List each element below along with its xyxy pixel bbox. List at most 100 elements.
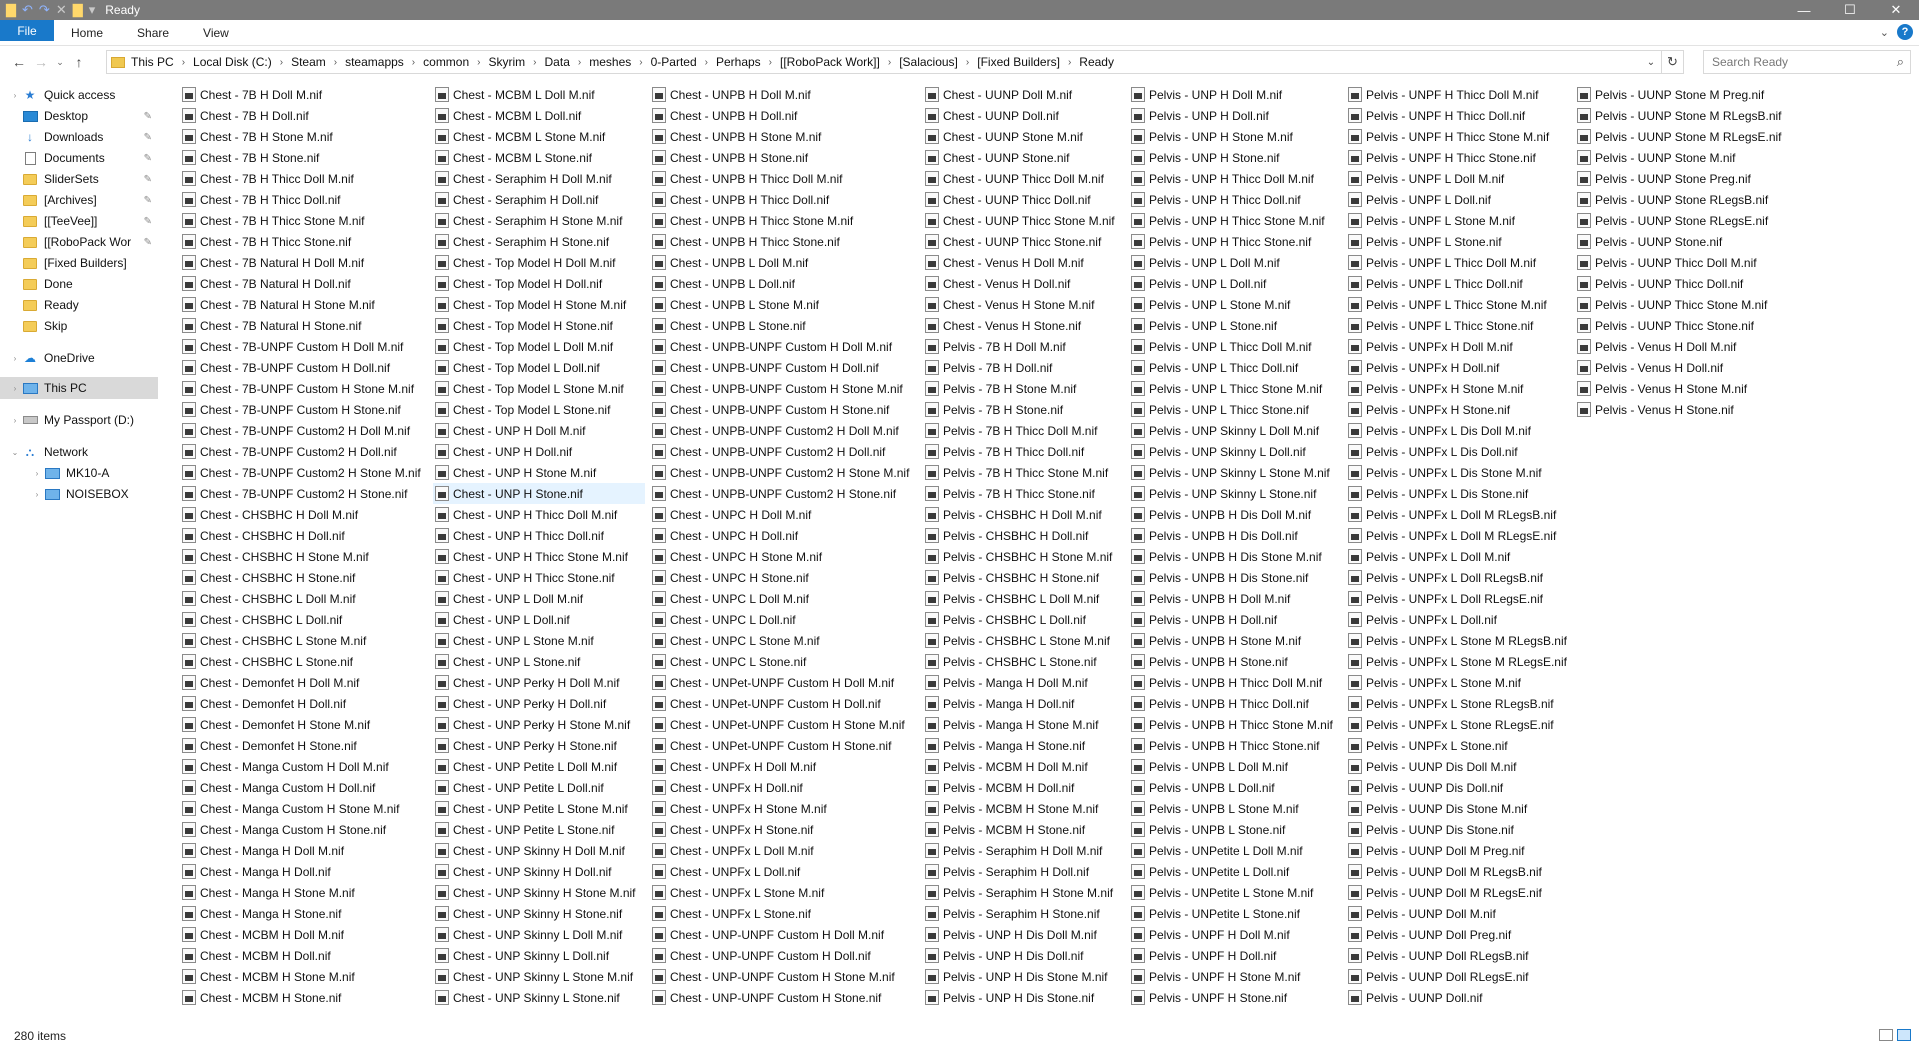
file-item[interactable]: Chest - Demonfet H Doll M.nif <box>180 672 425 693</box>
file-item[interactable]: Chest - Demonfet H Doll.nif <box>180 693 425 714</box>
forward-button[interactable]: → <box>30 50 52 74</box>
file-item[interactable]: Chest - UNPFx L Stone.nif <box>650 903 918 924</box>
breadcrumb-robopack-work[interactable]: [[RoboPack Work]] <box>780 55 880 69</box>
file-item[interactable]: Chest - Top Model L Stone M.nif <box>433 378 645 399</box>
file-item[interactable]: Pelvis - UUNP Stone.nif <box>1575 231 1815 252</box>
file-item[interactable]: Chest - CHSBHC L Stone.nif <box>180 651 425 672</box>
file-item[interactable]: Chest - UNPC L Stone.nif <box>650 651 918 672</box>
file-item[interactable]: Chest - UNPB-UNPF Custom2 H Doll M.nif <box>650 420 918 441</box>
file-item[interactable]: Pelvis - UNP L Thicc Doll M.nif <box>1129 336 1341 357</box>
file-item[interactable]: Pelvis - UNP L Thicc Stone.nif <box>1129 399 1341 420</box>
file-item[interactable]: Chest - UNPB-UNPF Custom H Stone M.nif <box>650 378 918 399</box>
file-item[interactable]: Pelvis - UNPetite L Stone M.nif <box>1129 882 1341 903</box>
minimize-button[interactable]: — <box>1781 0 1827 20</box>
file-item[interactable]: Chest - UNPFx H Stone M.nif <box>650 798 918 819</box>
expand-ribbon-icon[interactable]: ⌄ <box>1880 26 1889 39</box>
expand-icon[interactable]: ⌄ <box>8 448 22 457</box>
file-item[interactable]: Pelvis - Seraphim H Stone.nif <box>923 903 1123 924</box>
file-item[interactable]: Pelvis - UUNP Stone RLegsE.nif <box>1575 210 1815 231</box>
file-item[interactable]: Pelvis - UUNP Stone M.nif <box>1575 147 1815 168</box>
file-item[interactable]: Pelvis - UNPFx L Doll RLegsB.nif <box>1346 567 1570 588</box>
breadcrumb-separator-icon[interactable]: › <box>966 57 969 68</box>
file-item[interactable]: Pelvis - CHSBHC L Doll M.nif <box>923 588 1123 609</box>
file-item[interactable]: Chest - Top Model H Doll M.nif <box>433 252 645 273</box>
file-item[interactable]: Pelvis - UUNP Doll RLegsE.nif <box>1346 966 1570 987</box>
file-item[interactable]: Chest - UNPB-UNPF Custom H Stone.nif <box>650 399 918 420</box>
file-item[interactable]: Pelvis - UUNP Doll M.nif <box>1346 903 1570 924</box>
file-item[interactable]: Chest - UNPB H Doll M.nif <box>650 84 918 105</box>
file-item[interactable]: Chest - Demonfet H Stone M.nif <box>180 714 425 735</box>
nav-item-skip[interactable]: Skip <box>0 315 158 337</box>
file-item[interactable]: Pelvis - UUNP Dis Doll.nif <box>1346 777 1570 798</box>
file-item[interactable]: Chest - Manga H Doll.nif <box>180 861 425 882</box>
file-item[interactable]: Chest - Demonfet H Stone.nif <box>180 735 425 756</box>
file-item[interactable]: Pelvis - UNP Skinny L Stone M.nif <box>1129 462 1341 483</box>
breadcrumb-perhaps[interactable]: Perhaps <box>716 55 761 69</box>
file-item[interactable]: Pelvis - UNPFx H Doll.nif <box>1346 357 1570 378</box>
file-item[interactable]: Chest - 7B-UNPF Custom2 H Stone M.nif <box>180 462 425 483</box>
file-item[interactable]: Pelvis - UUNP Dis Doll M.nif <box>1346 756 1570 777</box>
file-item[interactable]: Chest - MCBM L Stone.nif <box>433 147 645 168</box>
file-item[interactable]: Chest - UNPB-UNPF Custom2 H Doll.nif <box>650 441 918 462</box>
file-item[interactable]: Chest - UNPB H Thicc Doll.nif <box>650 189 918 210</box>
file-item[interactable]: Pelvis - UNP H Doll M.nif <box>1129 84 1341 105</box>
file-item[interactable]: Chest - UNP Skinny H Doll M.nif <box>433 840 645 861</box>
file-item[interactable]: Chest - UNPB L Doll M.nif <box>650 252 918 273</box>
expand-icon[interactable]: › <box>8 354 22 363</box>
file-item[interactable]: Pelvis - UNPB L Stone M.nif <box>1129 798 1341 819</box>
large-icons-view-icon[interactable] <box>1897 1029 1911 1041</box>
file-item[interactable]: Pelvis - Manga H Stone M.nif <box>923 714 1123 735</box>
file-item[interactable]: Pelvis - Manga H Stone.nif <box>923 735 1123 756</box>
file-item[interactable]: Chest - UUNP Thicc Doll.nif <box>923 189 1123 210</box>
file-item[interactable]: Pelvis - UUNP Doll Preg.nif <box>1346 924 1570 945</box>
nav-item-teevee[interactable]: [[TeeVee]] ✎ <box>0 210 158 232</box>
file-item[interactable]: Chest - 7B H Thicc Stone M.nif <box>180 210 425 231</box>
file-item[interactable]: Chest - CHSBHC H Stone.nif <box>180 567 425 588</box>
file-item[interactable]: Chest - CHSBHC H Stone M.nif <box>180 546 425 567</box>
back-button[interactable]: ← <box>8 50 30 74</box>
file-item[interactable]: Pelvis - UUNP Doll M RLegsE.nif <box>1346 882 1570 903</box>
file-item[interactable]: Chest - UNP H Thicc Doll.nif <box>433 525 645 546</box>
file-item[interactable]: Pelvis - UNPFx L Stone.nif <box>1346 735 1570 756</box>
file-item[interactable]: Chest - UNPFx L Doll M.nif <box>650 840 918 861</box>
file-item[interactable]: Chest - UNP Perky H Doll.nif <box>433 693 645 714</box>
help-icon[interactable]: ? <box>1897 24 1913 40</box>
file-item[interactable]: Pelvis - UNPetite L Stone.nif <box>1129 903 1341 924</box>
file-item[interactable]: Pelvis - CHSBHC L Stone.nif <box>923 651 1123 672</box>
file-item[interactable]: Chest - UNP Petite L Stone.nif <box>433 819 645 840</box>
file-item[interactable]: Pelvis - 7B H Thicc Stone.nif <box>923 483 1123 504</box>
file-item[interactable]: Chest - Top Model L Stone.nif <box>433 399 645 420</box>
file-item[interactable]: Chest - UNPB H Thicc Doll M.nif <box>650 168 918 189</box>
file-item[interactable]: Chest - UNP Skinny L Stone.nif <box>433 987 645 1008</box>
tab-share[interactable]: Share <box>120 20 186 45</box>
file-item[interactable]: Pelvis - UNPFx L Doll M RLegsB.nif <box>1346 504 1570 525</box>
file-item[interactable]: Pelvis - UNPF L Thicc Stone M.nif <box>1346 294 1570 315</box>
file-item[interactable]: Pelvis - UUNP Doll RLegsB.nif <box>1346 945 1570 966</box>
file-item[interactable]: Pelvis - Manga H Doll.nif <box>923 693 1123 714</box>
file-item[interactable]: Chest - UNP-UNPF Custom H Stone M.nif <box>650 966 918 987</box>
file-item[interactable]: Chest - UNP Skinny L Stone M.nif <box>433 966 645 987</box>
file-item[interactable]: Pelvis - UNPB L Doll.nif <box>1129 777 1341 798</box>
breadcrumb-separator-icon[interactable]: › <box>182 57 185 68</box>
file-item[interactable]: Pelvis - Seraphim H Doll M.nif <box>923 840 1123 861</box>
file-item[interactable]: Pelvis - CHSBHC L Stone M.nif <box>923 630 1123 651</box>
file-item[interactable]: Pelvis - UNP H Dis Doll.nif <box>923 945 1123 966</box>
file-item[interactable]: Chest - UNP H Thicc Stone M.nif <box>433 546 645 567</box>
breadcrumb-separator-icon[interactable]: › <box>578 57 581 68</box>
file-item[interactable]: Pelvis - 7B H Stone M.nif <box>923 378 1123 399</box>
expand-icon[interactable]: › <box>30 469 44 478</box>
file-item[interactable]: Pelvis - UNPF H Stone.nif <box>1129 987 1341 1008</box>
file-item[interactable]: Pelvis - UNPB H Dis Stone M.nif <box>1129 546 1341 567</box>
file-item[interactable]: Chest - MCBM H Stone.nif <box>180 987 425 1008</box>
tab-home[interactable]: Home <box>54 20 120 45</box>
file-item[interactable]: Pelvis - UNPFx L Dis Stone M.nif <box>1346 462 1570 483</box>
file-item[interactable]: Pelvis - UUNP Doll.nif <box>1346 987 1570 1008</box>
file-item[interactable]: Chest - UNPet-UNPF Custom H Stone.nif <box>650 735 918 756</box>
file-item[interactable]: Pelvis - UNPB H Thicc Stone.nif <box>1129 735 1341 756</box>
breadcrumb-skyrim[interactable]: Skyrim <box>489 55 526 69</box>
file-item[interactable]: Chest - 7B Natural H Stone M.nif <box>180 294 425 315</box>
nav-item-desktop[interactable]: Desktop ✎ <box>0 105 158 127</box>
file-item[interactable]: Chest - UNPB-UNPF Custom H Doll M.nif <box>650 336 918 357</box>
file-item[interactable]: Pelvis - UNPB L Doll M.nif <box>1129 756 1341 777</box>
file-item[interactable]: Chest - UNPC H Doll.nif <box>650 525 918 546</box>
